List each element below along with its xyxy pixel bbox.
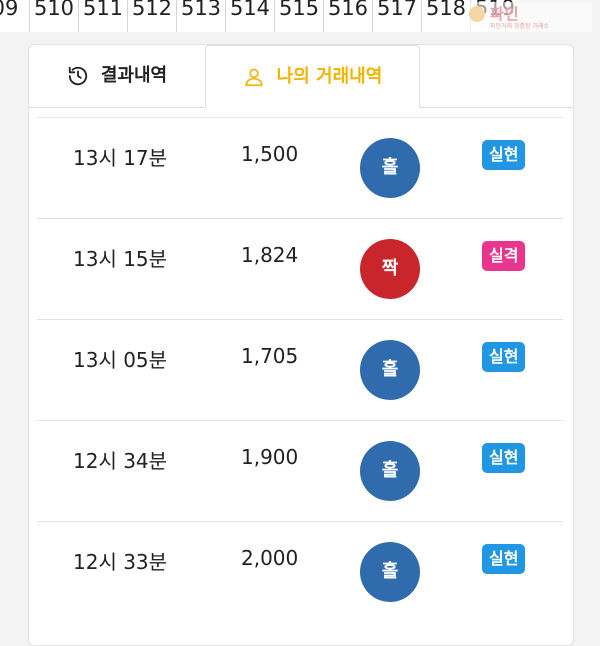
trade-row: 13시 15분 1,824 짝 실격 (37, 218, 563, 319)
watermark-logo: 파인 파인거래 검증된 거래소 (466, 2, 592, 32)
pick-ball: 짝 (360, 239, 420, 299)
trade-row: 13시 17분 1,500 홀 실현 (37, 117, 563, 218)
trade-time: 12시 34분 (73, 449, 168, 473)
history-icon (68, 66, 88, 86)
round-number[interactable]: 511 (79, 0, 128, 32)
trade-amount: 2,000 (241, 546, 299, 570)
round-number[interactable]: 513 (177, 0, 226, 32)
pick-ball: 홀 (360, 441, 420, 501)
round-number-strip: 09 510 511 512 513 514 515 516 517 518 5… (0, 0, 600, 34)
round-number[interactable]: 516 (324, 0, 373, 32)
pick-ball: 홀 (360, 542, 420, 602)
watermark-subtitle: 파인거래 검증된 거래소 (490, 23, 550, 30)
trade-time: 12시 33분 (73, 550, 168, 574)
round-number[interactable]: 09 (0, 0, 30, 32)
result-badge: 실현 (482, 342, 526, 372)
tab-my-trades[interactable]: 나의 거래내역 (205, 45, 420, 108)
round-number[interactable]: 512 (128, 0, 177, 32)
round-number[interactable]: 517 (373, 0, 422, 32)
trade-list: 13시 17분 1,500 홀 실현 13시 15분 1,824 짝 실격 13… (37, 117, 563, 622)
logo-badge-icon (469, 6, 485, 22)
round-number[interactable]: 515 (275, 0, 324, 32)
tab-my-trades-label: 나의 거래내역 (276, 65, 383, 87)
trade-time: 13시 17분 (73, 146, 168, 170)
trade-amount: 1,900 (241, 445, 299, 469)
result-badge: 실격 (482, 241, 526, 271)
result-badge: 실현 (482, 443, 526, 473)
result-badge: 실현 (482, 544, 526, 574)
trade-row: 12시 33분 2,000 홀 실현 (37, 521, 563, 622)
trade-time: 13시 05분 (73, 348, 168, 372)
round-number[interactable]: 518 (422, 0, 471, 32)
pick-ball: 홀 (360, 138, 420, 198)
trade-row: 12시 34분 1,900 홀 실현 (37, 420, 563, 521)
trade-history-panel: 결과내역 나의 거래내역 13시 17분 1,500 홀 실현 13시 15분 … (28, 44, 574, 646)
trade-amount: 1,705 (241, 344, 299, 368)
tab-result-history[interactable]: 결과내역 (29, 45, 205, 107)
trade-amount: 1,824 (241, 243, 299, 267)
pick-ball: 홀 (360, 340, 420, 400)
round-number[interactable]: 514 (226, 0, 275, 32)
tab-bar: 결과내역 나의 거래내역 (29, 45, 573, 108)
result-badge: 실현 (482, 140, 526, 170)
round-number[interactable]: 510 (30, 0, 79, 32)
user-icon (245, 68, 263, 86)
trade-time: 13시 15분 (73, 247, 168, 271)
tab-result-history-label: 결과내역 (100, 65, 168, 86)
trade-row: 13시 05분 1,705 홀 실현 (37, 319, 563, 420)
trade-amount: 1,500 (241, 142, 299, 166)
